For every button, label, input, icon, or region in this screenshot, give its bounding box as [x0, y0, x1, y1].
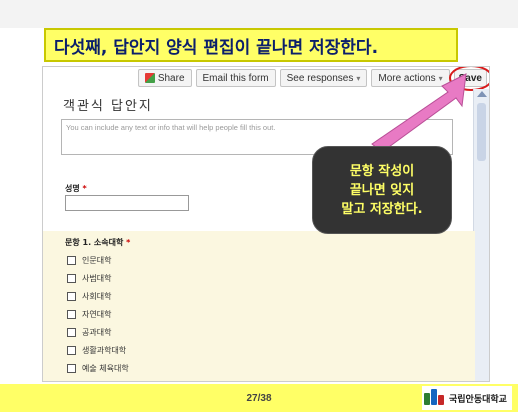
google-share-icon: [144, 73, 155, 83]
option-item[interactable]: 예술 체육대학: [67, 361, 129, 375]
more-actions-label: More actions: [378, 72, 436, 84]
share-button[interactable]: Share: [137, 69, 192, 87]
option-label: 예술 체육대학: [82, 363, 129, 373]
university-name: 국립안동대학교: [449, 394, 507, 405]
checkbox[interactable]: [67, 345, 76, 355]
chevron-down-icon: ▾: [438, 73, 443, 83]
option-item[interactable]: 자연대학: [67, 307, 111, 321]
option-label: 사회대학: [82, 291, 112, 301]
option-label: 자연대학: [82, 309, 112, 319]
chevron-down-icon: ▾: [356, 73, 361, 83]
question-title: 문항 1. 소속대학 *: [65, 237, 130, 248]
scroll-up-arrow-icon[interactable]: [477, 91, 487, 97]
logo-mark-icon: [424, 389, 446, 407]
pink-arrow-icon: [371, 73, 467, 153]
name-label-text: 성명: [65, 184, 80, 193]
see-responses-button[interactable]: See responses ▾: [279, 69, 368, 87]
option-label: 사범대학: [82, 273, 112, 283]
question-title-text: 문항 1. 소속대학: [65, 238, 124, 247]
university-logo: 국립안동대학교: [422, 386, 512, 410]
callout-line: 끝나면 잊지: [349, 182, 415, 198]
instruction-callout: 문항 작성이 끝나면 잊지 말고 저장한다.: [312, 146, 452, 234]
option-item[interactable]: 인문대학: [67, 253, 111, 267]
callout-line: 말고 저장한다.: [341, 201, 423, 217]
option-label: 인문대학: [82, 255, 112, 265]
email-form-label: Email this form: [202, 72, 269, 84]
required-mark: *: [82, 184, 87, 193]
footer-bar: 27/38 국립안동대학교: [0, 384, 518, 412]
checkbox[interactable]: [67, 363, 76, 373]
required-mark: *: [126, 238, 131, 247]
option-item[interactable]: 사범대학: [67, 271, 111, 285]
option-label: 생활과학대학: [82, 345, 127, 355]
question-section[interactable]: 문항 1. 소속대학 * 인문대학 사범대학 사회대학 자연대학 공과대학 생활…: [43, 231, 475, 381]
slide-headline: 다섯째, 답안지 양식 편집이 끝나면 저장한다.: [44, 28, 458, 62]
see-responses-label: See responses: [286, 72, 354, 84]
checkbox[interactable]: [67, 255, 76, 265]
checkbox[interactable]: [67, 327, 76, 337]
option-item[interactable]: 사회대학: [67, 289, 111, 303]
option-label: 공과대학: [82, 327, 112, 337]
checkbox[interactable]: [67, 273, 76, 283]
form-title[interactable]: 객관식 답안지: [63, 95, 153, 114]
name-input[interactable]: [65, 195, 189, 211]
slide: 다섯째, 답안지 양식 편집이 끝나면 저장한다. Share Email th…: [0, 0, 518, 412]
scroll-thumb[interactable]: [477, 103, 486, 161]
checkbox[interactable]: [67, 291, 76, 301]
share-label: Share: [157, 72, 185, 84]
option-item[interactable]: 공과대학: [67, 325, 111, 339]
top-band: [0, 0, 518, 28]
callout-line: 문항 작성이: [349, 163, 415, 179]
option-item[interactable]: 생활과학대학: [67, 343, 126, 357]
name-field-label: 성명 *: [65, 183, 87, 194]
checkbox[interactable]: [67, 309, 76, 319]
vertical-scrollbar[interactable]: [473, 89, 489, 381]
email-form-button[interactable]: Email this form: [195, 69, 276, 87]
